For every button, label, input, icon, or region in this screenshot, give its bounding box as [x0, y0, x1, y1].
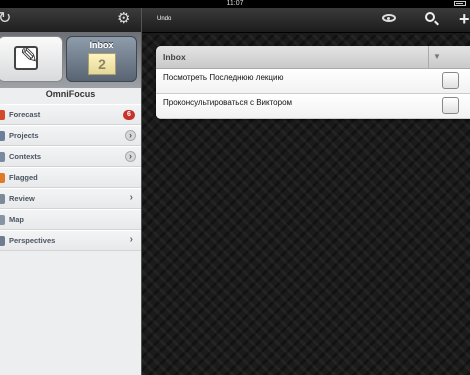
sidebar-item-label: Perspectives — [9, 236, 56, 245]
sidebar-item-perspectives[interactable]: Perspectives › — [0, 230, 141, 251]
sidebar-item-review[interactable]: Review › — [0, 188, 141, 209]
inbox-panel-title: Inbox — [163, 52, 186, 62]
inbox-panel-header[interactable]: Inbox ▼ — [156, 46, 470, 69]
task-checkbox[interactable] — [442, 72, 459, 89]
pencil-icon: ✎ — [20, 43, 39, 68]
projects-icon — [0, 131, 5, 141]
sidebar-item-map[interactable]: Map — [0, 209, 141, 230]
flag-icon — [0, 173, 5, 183]
sidebar-item-label: Forecast — [9, 110, 41, 119]
gear-icon[interactable]: ⚙ — [117, 11, 130, 27]
sidebar-item-forecast[interactable]: Forecast 6 — [0, 104, 141, 125]
app-title: OmniFocus — [45, 89, 96, 99]
sidebar-nav: Forecast 6 Projects › Contexts › Flagged… — [0, 104, 141, 251]
search-icon[interactable] — [425, 12, 435, 22]
inbox-panel: Inbox ▼ Посмотреть Последнюю лекцию Прок… — [156, 46, 470, 119]
task-title[interactable]: Посмотреть Последнюю лекцию — [163, 73, 283, 82]
battery-icon — [454, 1, 466, 6]
forecast-badge: 6 — [123, 110, 135, 120]
map-icon — [0, 215, 5, 225]
task-checkbox[interactable] — [442, 97, 459, 114]
main-toolbar: Undo + — [142, 8, 470, 33]
sidebar-item-label: Review — [9, 194, 35, 203]
status-time: 11:07 — [226, 0, 244, 7]
sidebar-item-label: Flagged — [9, 173, 38, 182]
sync-icon[interactable]: ↻ — [0, 11, 11, 27]
sidebar-item-projects[interactable]: Projects › — [0, 125, 141, 146]
status-bar: 11:07 — [0, 0, 470, 8]
sidebar: ↻ ⚙ ✎ Inbox 2 OmniFocus Forecast 6 Proje… — [0, 8, 142, 375]
task-row[interactable]: Посмотреть Последнюю лекцию — [156, 69, 470, 94]
task-title[interactable]: Проконсультироваться с Виктором — [163, 98, 292, 107]
disclosure-button-icon[interactable]: › — [125, 151, 136, 162]
forecast-icon — [0, 110, 5, 120]
dropdown-arrow-icon[interactable]: ▼ — [433, 52, 441, 61]
new-item-button[interactable]: ✎ — [0, 36, 63, 82]
main-area: Undo + Inbox ▼ Посмотреть Последнюю лекц… — [142, 8, 470, 375]
eye-icon[interactable] — [382, 14, 396, 22]
chevron-right-icon: › — [129, 192, 133, 203]
inbox-button-label: Inbox — [89, 40, 114, 50]
disclosure-button-icon[interactable]: › — [125, 130, 136, 141]
sidebar-tiles: ✎ Inbox 2 — [0, 32, 141, 88]
inbox-button[interactable]: Inbox 2 — [66, 36, 137, 82]
task-row[interactable]: Проконсультироваться с Виктором — [156, 94, 470, 119]
sidebar-item-label: Map — [9, 215, 24, 224]
sidebar-item-label: Contexts — [9, 152, 42, 161]
perspectives-icon — [0, 236, 5, 246]
contexts-icon — [0, 152, 5, 162]
undo-button[interactable]: Undo — [157, 16, 171, 22]
add-icon[interactable]: + — [459, 10, 470, 28]
sidebar-item-flagged[interactable]: Flagged — [0, 167, 141, 188]
header-divider — [428, 46, 429, 68]
inbox-count: 2 — [88, 53, 116, 75]
review-icon — [0, 194, 5, 204]
sidebar-item-label: Projects — [9, 131, 39, 140]
sidebar-toolbar: ↻ ⚙ — [0, 8, 141, 32]
chevron-right-icon: › — [129, 234, 133, 245]
sidebar-item-contexts[interactable]: Contexts › — [0, 146, 141, 167]
